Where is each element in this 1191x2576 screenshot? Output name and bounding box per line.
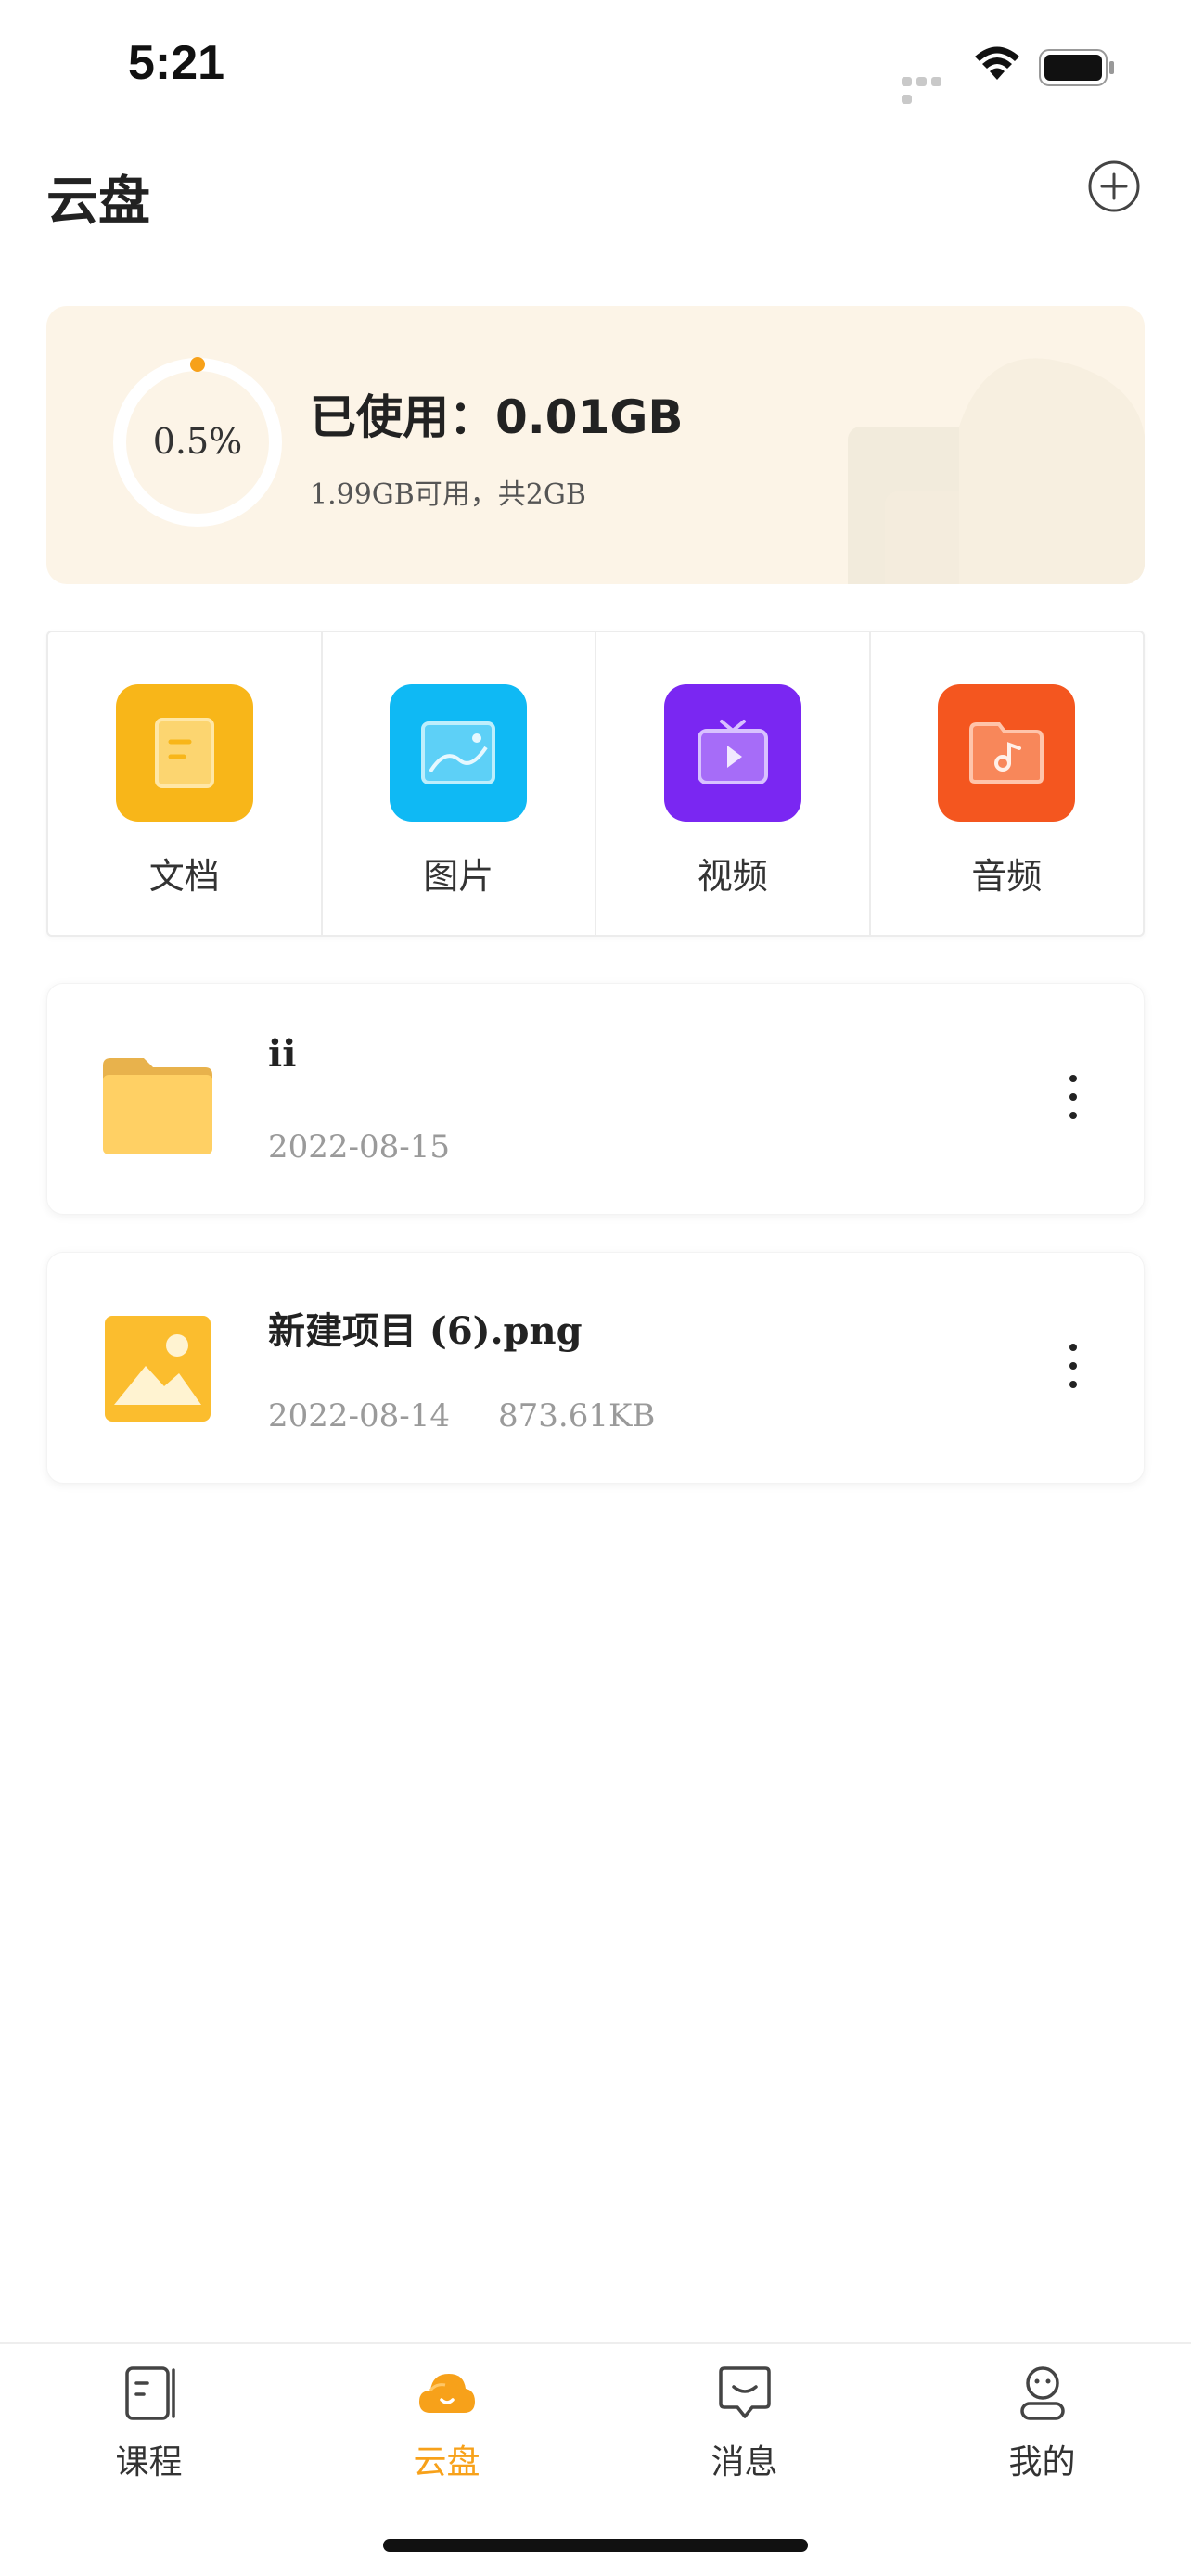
wifi-icon (972, 45, 1022, 85)
tab-label: 课程 (115, 2443, 183, 2481)
file-name: 新建项目 (6).png (268, 1309, 583, 1353)
tab-courses[interactable]: 课程 (0, 2344, 298, 2481)
storage-used-label: 已使用：0.01GB (310, 390, 684, 444)
file-name: ii (268, 1032, 297, 1076)
signal-icon (902, 72, 957, 104)
cloud-icon (418, 2374, 475, 2413)
folder-icon (103, 1058, 212, 1154)
category-label: 文档 (148, 856, 220, 897)
file-meta: 2022-08-14 873.61KB (268, 1397, 655, 1435)
battery-icon (1039, 49, 1115, 90)
category-grid: 文档 图片 视频 音频 (46, 631, 1145, 937)
more-options-icon[interactable] (1066, 1344, 1081, 1396)
home-indicator (383, 2539, 808, 2552)
document-icon (115, 684, 253, 822)
add-button[interactable] (1087, 159, 1141, 213)
tab-label: 云盘 (413, 2443, 480, 2481)
category-videos[interactable]: 视频 (596, 632, 871, 935)
tab-profile[interactable]: 我的 (893, 2344, 1191, 2481)
image-file-icon (105, 1316, 211, 1422)
storage-available-label: 1.99GB可用，共2GB (310, 478, 586, 511)
category-label: 视频 (697, 856, 768, 897)
cloud-illustration-icon (848, 358, 1145, 584)
tab-cloud[interactable]: 云盘 (298, 2344, 596, 2481)
status-time: 5:21 (128, 36, 225, 90)
book-icon (124, 2366, 175, 2420)
category-audio[interactable]: 音频 (871, 632, 1144, 935)
page-title: 云盘 (46, 172, 150, 232)
message-icon (718, 2366, 771, 2418)
file-size: 873.61KB (498, 1397, 656, 1435)
category-label: 音频 (971, 856, 1043, 897)
tab-label: 消息 (711, 2443, 778, 2481)
tab-bar: 课程 云盘 消息 我的 (0, 2342, 1191, 2481)
image-icon (390, 684, 528, 822)
storage-percent: 0.5% (152, 421, 243, 462)
plus-circle-icon (1088, 160, 1140, 212)
file-meta: 2022-08-15 (268, 1129, 450, 1166)
category-label: 图片 (423, 856, 494, 897)
storage-card[interactable]: 0.5% 已使用：0.01GB 1.99GB可用，共2GB (46, 306, 1145, 584)
music-folder-icon (938, 684, 1076, 822)
list-item[interactable]: ii 2022-08-15 (46, 983, 1145, 1215)
tv-icon (663, 684, 801, 822)
category-images[interactable]: 图片 (323, 632, 596, 935)
tab-messages[interactable]: 消息 (596, 2344, 893, 2481)
category-documents[interactable]: 文档 (48, 632, 323, 935)
tab-label: 我的 (1008, 2443, 1076, 2481)
file-date: 2022-08-14 (268, 1397, 451, 1435)
file-date: 2022-08-15 (268, 1129, 451, 1166)
more-options-icon[interactable] (1066, 1075, 1081, 1127)
list-item[interactable]: 新建项目 (6).png 2022-08-14 873.61KB (46, 1252, 1145, 1484)
profile-icon (1019, 2366, 1065, 2420)
